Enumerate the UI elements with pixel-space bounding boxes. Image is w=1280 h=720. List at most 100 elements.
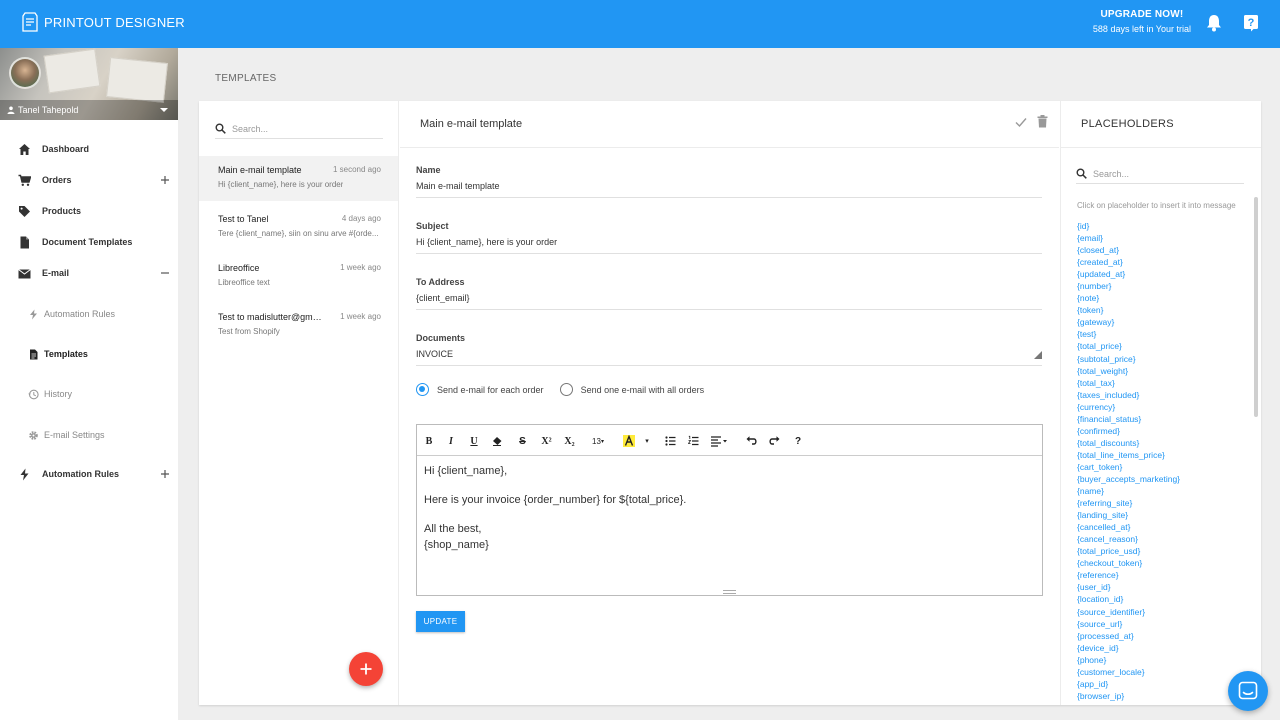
placeholder-link[interactable]: {location_id}: [1077, 593, 1237, 605]
numbered-list-icon[interactable]: [688, 435, 699, 447]
placeholder-link[interactable]: {source_identifier}: [1077, 606, 1237, 618]
placeholder-link[interactable]: {reference}: [1077, 569, 1237, 581]
superscript-button[interactable]: X²: [540, 435, 553, 447]
template-search-input[interactable]: [232, 123, 372, 134]
strikethrough-button[interactable]: S: [517, 435, 528, 447]
bell-icon[interactable]: [1206, 14, 1222, 32]
placeholder-link[interactable]: {token}: [1077, 304, 1237, 316]
placeholder-link[interactable]: {cancelled_at}: [1077, 521, 1237, 533]
sidebar-item-templates[interactable]: Templates: [0, 344, 178, 364]
placeholder-link[interactable]: {currency}: [1077, 401, 1237, 413]
check-icon[interactable]: [1015, 116, 1027, 128]
placeholder-link[interactable]: {updated_at}: [1077, 268, 1237, 280]
sidebar-item-automation-rules[interactable]: Automation Rules: [0, 464, 178, 484]
documents-selected: INVOICE: [416, 349, 454, 359]
add-template-button[interactable]: [349, 652, 383, 686]
sidebar-item-history[interactable]: History: [0, 384, 178, 404]
placeholder-link[interactable]: {buyer_accepts_marketing}: [1077, 473, 1237, 485]
name-input[interactable]: [416, 181, 1042, 191]
sidebar-item-products[interactable]: Products: [0, 201, 178, 221]
radio-each-order[interactable]: [416, 383, 429, 396]
placeholder-link[interactable]: {subtotal_price}: [1077, 353, 1237, 365]
sidebar-item-orders[interactable]: Orders: [0, 170, 178, 190]
placeholder-search-input[interactable]: [1093, 168, 1233, 179]
sidebar-item-email-automation-rules[interactable]: Automation Rules: [0, 304, 178, 324]
color-caret-icon[interactable]: ▾: [643, 435, 651, 447]
placeholder-link[interactable]: {browser_ip}: [1077, 690, 1237, 702]
trash-icon[interactable]: [1037, 115, 1048, 128]
caret-down-icon[interactable]: [160, 107, 168, 113]
help-button[interactable]: ?: [793, 435, 803, 447]
placeholder-link[interactable]: {device_id}: [1077, 642, 1237, 654]
align-icon[interactable]: [711, 435, 727, 447]
placeholder-link[interactable]: {source_url}: [1077, 618, 1237, 630]
radio-all-orders[interactable]: [559, 383, 573, 396]
profile-bar[interactable]: Tanel Tahepold: [0, 100, 178, 120]
placeholder-link[interactable]: {referring_site}: [1077, 497, 1237, 509]
eraser-icon[interactable]: [492, 435, 503, 447]
underline-button[interactable]: U: [469, 435, 479, 447]
placeholder-link[interactable]: {created_at}: [1077, 256, 1237, 268]
resize-handle[interactable]: [723, 590, 736, 594]
template-list-item[interactable]: Main e-mail template 1 second ago Hi {cl…: [199, 156, 398, 201]
avatar[interactable]: [9, 57, 41, 89]
subject-input[interactable]: [416, 237, 1042, 247]
placeholder-link[interactable]: {total_tax}: [1077, 377, 1237, 389]
sidebar-item-document-templates[interactable]: Document Templates: [0, 232, 178, 252]
placeholder-link[interactable]: {id}: [1077, 220, 1237, 232]
italic-button[interactable]: I: [446, 435, 456, 447]
to-address-input[interactable]: [416, 293, 1042, 303]
expand-icon[interactable]: [160, 175, 170, 185]
placeholder-link[interactable]: {note}: [1077, 292, 1237, 304]
placeholder-link[interactable]: {user_id}: [1077, 581, 1237, 593]
message-body[interactable]: Hi {client_name}, Here is your invoice {…: [424, 463, 1034, 553]
subscript-button[interactable]: X₂: [563, 435, 576, 447]
template-list-item[interactable]: Test to Tanel 4 days ago Tere {client_na…: [199, 205, 398, 250]
placeholder-link[interactable]: {total_line_items_price}: [1077, 449, 1237, 461]
template-list-item[interactable]: Libreoffice 1 week ago Libreoffice text: [199, 254, 398, 299]
text-color-icon[interactable]: [623, 435, 635, 447]
placeholder-link[interactable]: {email}: [1077, 232, 1237, 244]
placeholder-link[interactable]: {cancel_reason}: [1077, 533, 1237, 545]
placeholder-link[interactable]: {phone}: [1077, 654, 1237, 666]
redo-icon[interactable]: [769, 435, 780, 447]
update-button[interactable]: UPDATE: [416, 611, 465, 632]
placeholder-link[interactable]: {number}: [1077, 280, 1237, 292]
sidebar-item-dashboard[interactable]: Dashboard: [0, 139, 178, 159]
upgrade-link[interactable]: UPGRADE NOW! 588 days left in Your trial: [1093, 9, 1191, 34]
placeholder-link[interactable]: {total_price}: [1077, 340, 1237, 352]
placeholder-link[interactable]: {total_price_usd}: [1077, 545, 1237, 557]
font-size-select[interactable]: 13 ▾: [589, 435, 607, 447]
radio-all-orders-label[interactable]: Send one e-mail with all orders: [581, 385, 705, 395]
radio-each-order-label[interactable]: Send e-mail for each order: [437, 385, 544, 395]
sidebar-item-email-settings[interactable]: E-mail Settings: [0, 425, 178, 445]
bullet-list-icon[interactable]: [665, 435, 676, 447]
placeholder-link[interactable]: {checkout_token}: [1077, 557, 1237, 569]
placeholder-link[interactable]: {total_weight}: [1077, 365, 1237, 377]
help-icon[interactable]: ?: [1243, 14, 1259, 32]
sidebar-item-email[interactable]: E-mail: [0, 263, 178, 283]
brand[interactable]: PRINTOUT DESIGNER: [22, 12, 185, 32]
placeholder-link[interactable]: {landing_site}: [1077, 509, 1237, 521]
placeholder-link[interactable]: {gateway}: [1077, 316, 1237, 328]
scrollbar[interactable]: [1254, 197, 1258, 417]
placeholder-link[interactable]: {name}: [1077, 485, 1237, 497]
placeholder-link[interactable]: {test}: [1077, 328, 1237, 340]
placeholder-link[interactable]: {total_discounts}: [1077, 437, 1237, 449]
documents-select[interactable]: INVOICE: [416, 349, 1042, 366]
collapse-icon[interactable]: [160, 268, 170, 278]
placeholder-link[interactable]: {cart_token}: [1077, 461, 1237, 473]
placeholder-link[interactable]: {processed_at}: [1077, 630, 1237, 642]
bold-button[interactable]: B: [424, 435, 434, 447]
profile-header[interactable]: Tanel Tahepold: [0, 48, 178, 120]
placeholder-link[interactable]: {financial_status}: [1077, 413, 1237, 425]
undo-icon[interactable]: [746, 435, 757, 447]
placeholder-link[interactable]: {closed_at}: [1077, 244, 1237, 256]
placeholder-link[interactable]: {confirmed}: [1077, 425, 1237, 437]
placeholder-link[interactable]: {app_id}: [1077, 678, 1237, 690]
chat-button[interactable]: [1228, 671, 1268, 711]
expand-icon[interactable]: [160, 469, 170, 479]
placeholder-link[interactable]: {taxes_included}: [1077, 389, 1237, 401]
template-list-item[interactable]: Test to madislutter@gmai... 1 week ago T…: [199, 303, 398, 348]
placeholder-link[interactable]: {customer_locale}: [1077, 666, 1237, 678]
